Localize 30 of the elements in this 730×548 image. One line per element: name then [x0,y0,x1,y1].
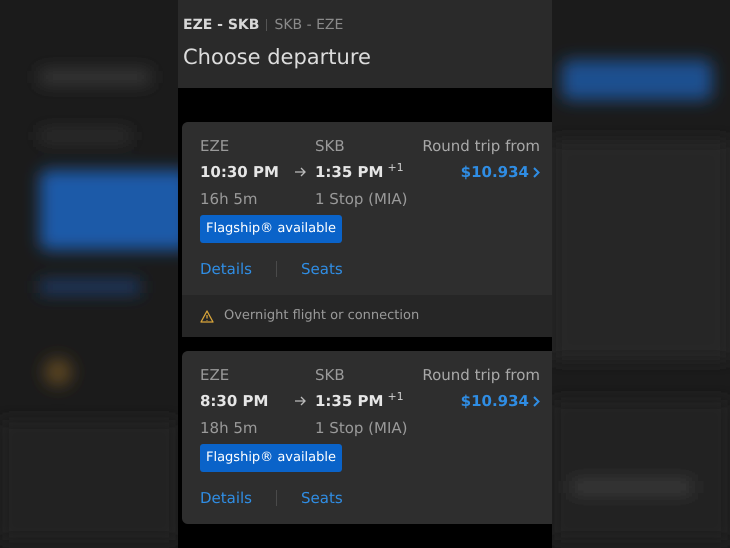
departure-time: 8:30 PM [200,391,268,411]
flagship-badge: Flagship® available [200,215,342,243]
duration: 16h 5m [200,189,259,209]
origin-code: EZE [200,136,230,156]
arrival-time: 1:35 PM [315,391,384,411]
day-offset: +1 [387,162,404,174]
flagship-badge: Flagship® available [200,444,342,472]
arrival-time: 1:35 PM [315,162,384,182]
flight-card[interactable]: EZE 10:30 PM 16h 5m SKB 1:35 PM +1 1 Stop (MIA) Round trip from $10.934 Flagship® available Details Seats Overnight flight or connection [182,122,552,337]
price-label: Round trip from [422,136,540,156]
duration: 18h 5m [200,418,259,438]
stops: 1 Stop (MIA) [315,418,409,438]
trip-tab[interactable]: SKB - EZE [274,15,344,35]
price[interactable]: $10.934 [460,162,529,182]
card-link[interactable]: Details [200,488,252,508]
trip-tab[interactable]: EZE - SKB [183,15,260,35]
card-link[interactable]: Seats [301,488,343,508]
price[interactable]: $10.934 [460,391,529,411]
price-label: Round trip from [422,365,540,385]
departure-time: 10:30 PM [200,162,279,182]
origin-code: EZE [200,365,230,385]
page-title: Choose departure [183,44,372,71]
card-link[interactable]: Details [200,259,252,279]
card-link[interactable]: Seats [301,259,343,279]
stops: 1 Stop (MIA) [315,189,409,209]
destination-code: SKB [315,365,346,385]
flight-card[interactable]: EZE 8:30 PM 18h 5m SKB 1:35 PM +1 1 Stop (MIA) Round trip from $10.934 Flagship® available Details Seats [182,351,552,524]
notice-text: Overnight flight or connection [224,307,420,326]
day-offset: +1 [387,391,404,403]
destination-code: SKB [315,136,346,156]
